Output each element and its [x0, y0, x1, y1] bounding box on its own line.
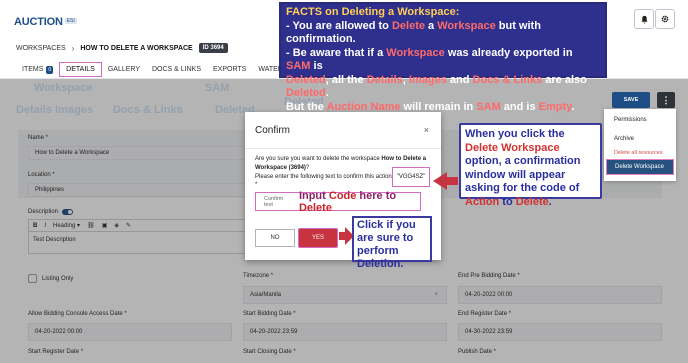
facts-text: and [446, 73, 473, 86]
tab-items[interactable]: ITEMS 0 [16, 62, 59, 77]
question-mark: ? [305, 165, 310, 171]
facts-highlight: Delete [391, 19, 425, 32]
required-star: * [255, 182, 258, 188]
annotation-arrowhead [433, 172, 447, 190]
breadcrumb: WORKSPACES › HOW TO DELETE A WORKSPACE I… [16, 43, 228, 53]
app-logo[interactable]: AUCTION ESI [14, 12, 77, 30]
tab-details[interactable]: DETAILS [59, 62, 102, 77]
tab-label: DOCS & LINKS [152, 66, 202, 73]
facts-text: and is [500, 100, 539, 113]
gear-icon [661, 15, 669, 23]
menu-item-archive[interactable]: Archive [614, 136, 634, 142]
workspace-actions-menu: Permissions Archive Delete all resources… [604, 109, 676, 181]
breadcrumb-root[interactable]: WORKSPACES [16, 45, 66, 52]
confirm-click-callout: Click if you are sure to perform Deletio… [352, 216, 432, 270]
id-badge: ID 3694 [198, 43, 228, 53]
logo-text: AUCTION [14, 16, 63, 28]
delete-workspace-callout: When you click the Delete Workspace opti… [459, 123, 602, 208]
logo-badge: ESI [64, 17, 77, 24]
facts-text: are also [542, 73, 587, 86]
facts-line: - You are allowed to Delete a Workspace … [286, 20, 600, 47]
facts-line: Deleted, all the Details, Images and Doc… [286, 74, 600, 101]
facts-highlight: Auction Name [326, 100, 401, 113]
callout-text: When you click the [465, 128, 565, 140]
callout-highlight: Delete Workspace [465, 141, 560, 154]
close-icon[interactable]: × [424, 125, 429, 135]
enter-instruction: Please enter the following text to confi… [255, 174, 394, 180]
settings-button[interactable] [655, 9, 675, 29]
hint-text: Input [298, 189, 329, 202]
facts-highlight: Empty [538, 100, 572, 113]
dialog-title: Confirm [255, 125, 291, 136]
facts-highlight: Deleted [286, 87, 326, 99]
tab-label: EXPORTS [213, 66, 247, 73]
facts-highlight: Details [366, 73, 403, 86]
facts-highlight: SAM [476, 100, 501, 113]
bell-icon [640, 15, 648, 23]
save-button[interactable]: SAVE [612, 92, 650, 108]
tab-label: ITEMS [22, 66, 44, 73]
callout-text: . [548, 195, 552, 208]
hint-code: Code [328, 189, 357, 202]
hint-text: here to [356, 189, 397, 202]
facts-text: - You are allowed to [286, 19, 392, 32]
confirm-placeholder: Confirm text [264, 195, 284, 208]
hint-delete: Delete [298, 201, 332, 214]
dialog-divider [245, 148, 441, 149]
confirm-text-input[interactable]: Confirm text Input Code here to Delete [255, 190, 421, 214]
chevron-right-icon: › [71, 43, 75, 53]
facts-text: will remain in [400, 100, 477, 113]
notifications-button[interactable] [634, 9, 654, 29]
facts-highlight: Docs & Links [472, 73, 543, 86]
facts-text: . [325, 87, 329, 99]
facts-line: But the Auction Name will remain in SAM … [286, 101, 600, 115]
no-button[interactable]: NO [255, 229, 295, 247]
facts-line: - Be aware that if a Workspace was alrea… [286, 47, 600, 74]
facts-highlight: Workspace [386, 46, 445, 59]
menu-item-delete-resources[interactable]: Delete all resources [614, 150, 663, 156]
facts-text: - Be aware that if a [286, 46, 387, 59]
facts-highlight: Images [408, 73, 447, 86]
facts-callout: FACTS on Deleting a Workspace: - You are… [279, 2, 607, 113]
facts-text: , all the [325, 73, 367, 86]
tab-gallery[interactable]: GALLERY [102, 62, 146, 77]
facts-heading: FACTS on Deleting a Workspace: [286, 6, 460, 18]
annotation-arrow [446, 177, 458, 185]
yes-button[interactable]: YES [298, 228, 338, 248]
tab-exports[interactable]: EXPORTS [207, 62, 252, 77]
callout-text: to [499, 195, 516, 208]
tab-count: 0 [46, 65, 54, 74]
tab-bar: ITEMS 0 DETAILS GALLERY DOCS & LINKS EXPO… [16, 62, 309, 77]
confirm-code: "VGG4SZ" [392, 167, 430, 187]
question-text: Are you sure you want to delete the work… [255, 156, 382, 162]
breadcrumb-current: HOW TO DELETE A WORKSPACE [80, 44, 193, 52]
facts-text: . [571, 100, 575, 113]
facts-text: a [424, 19, 438, 32]
facts-text: was already exported in [444, 46, 573, 59]
facts-text: But the [286, 100, 327, 113]
input-code-annotation: Input Code here to Delete [299, 190, 420, 214]
callout-highlight: Action [465, 195, 500, 208]
tab-label: DETAILS [66, 66, 95, 73]
facts-highlight: SAM [286, 60, 311, 72]
tab-label: GALLERY [107, 66, 140, 73]
menu-item-delete-workspace[interactable]: Delete Workspace [606, 159, 674, 175]
facts-text: is [310, 60, 323, 72]
tab-docs-links[interactable]: DOCS & LINKS [146, 62, 207, 77]
callout-highlight: Delete [515, 195, 549, 208]
more-options-button[interactable]: ⋮ [657, 92, 675, 108]
facts-highlight: Deleted [286, 73, 326, 86]
callout-text: option, a confirmation window will appea… [465, 155, 581, 194]
facts-highlight: Workspace [437, 19, 496, 32]
menu-item-permissions[interactable]: Permissions [614, 117, 647, 123]
